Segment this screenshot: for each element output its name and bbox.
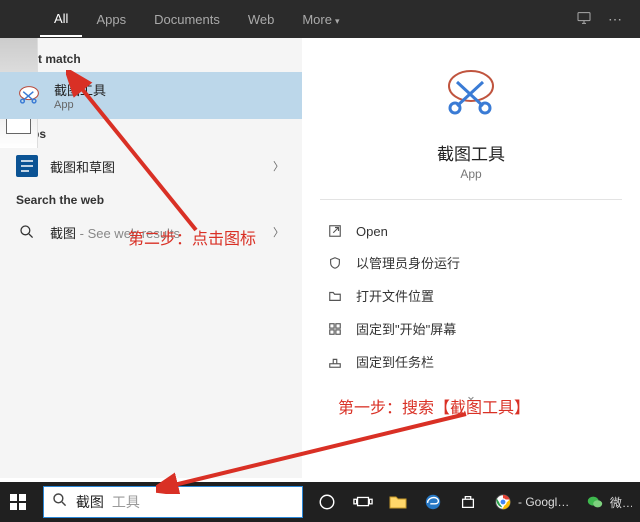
best-match-label: Best match: [0, 44, 302, 72]
results-panel: Best match 截图工具 App Apps 截图和草图 〉 Search …: [0, 38, 302, 478]
apps-section-label: Apps: [0, 119, 302, 147]
snip-sketch-icon: [16, 155, 38, 177]
task-view-icon[interactable]: [346, 482, 379, 522]
snipping-tool-icon-large: [441, 64, 501, 124]
feedback-icon[interactable]: [568, 4, 600, 35]
store-icon[interactable]: [452, 482, 485, 522]
folder-icon: [326, 288, 344, 304]
tab-more[interactable]: More▾: [288, 3, 353, 36]
start-button[interactable]: [0, 482, 37, 522]
chrome-window-title: - Google ...: [518, 495, 573, 509]
edge-icon[interactable]: [416, 482, 449, 522]
details-subtype: App: [460, 167, 481, 181]
wechat-window-title: 微信: [610, 494, 632, 511]
action-pin-taskbar[interactable]: 固定到任务栏: [320, 345, 632, 378]
taskbar: 截图工具 - Google ... 微信: [0, 482, 640, 522]
search-typed-text: 截图: [76, 492, 104, 512]
chrome-icon[interactable]: [487, 482, 520, 522]
chevron-right-icon: 〉: [273, 158, 286, 174]
details-title: 截图工具: [437, 140, 505, 165]
taskbar-search-box[interactable]: 截图工具: [43, 486, 303, 518]
chevron-right-icon: 〉: [273, 224, 286, 240]
pin-taskbar-icon: [326, 354, 344, 370]
tab-all[interactable]: All: [40, 2, 82, 37]
search-tabs-bar: All Apps Documents Web More▾ ⋯: [0, 0, 640, 38]
action-pin-start[interactable]: 固定到"开始"屏幕: [320, 312, 632, 345]
annotation-step1: 第一步：搜索【截图工具】: [338, 394, 530, 418]
action-run-admin[interactable]: 以管理员身份运行: [320, 246, 632, 279]
open-icon: [326, 223, 344, 239]
wechat-icon[interactable]: [579, 482, 612, 522]
best-match-result[interactable]: 截图工具 App: [0, 72, 302, 119]
app-result-snip-sketch[interactable]: 截图和草图 〉: [0, 147, 302, 185]
search-suggestion-rest: 工具: [112, 492, 140, 512]
result-subtype: App: [54, 99, 286, 111]
tab-web[interactable]: Web: [234, 3, 289, 36]
cortana-icon[interactable]: [311, 482, 344, 522]
result-title: 截图工具: [54, 80, 286, 99]
search-web-label: Search the web: [0, 185, 302, 213]
chevron-down-icon: ▾: [335, 16, 340, 26]
pin-start-icon: [326, 321, 344, 337]
snipping-tool-icon: [16, 83, 42, 109]
admin-icon: [326, 255, 344, 271]
tab-apps[interactable]: Apps: [82, 3, 140, 36]
search-icon: [52, 492, 68, 513]
action-file-location[interactable]: 打开文件位置: [320, 279, 632, 312]
file-explorer-icon[interactable]: [381, 482, 414, 522]
more-options-icon[interactable]: ⋯: [600, 5, 630, 34]
action-open[interactable]: Open: [320, 216, 632, 246]
search-icon: [16, 221, 38, 243]
annotation-step2: 第二步：点击图标: [128, 225, 256, 249]
tab-documents[interactable]: Documents: [140, 3, 234, 36]
result-title: 截图和草图: [50, 157, 261, 176]
